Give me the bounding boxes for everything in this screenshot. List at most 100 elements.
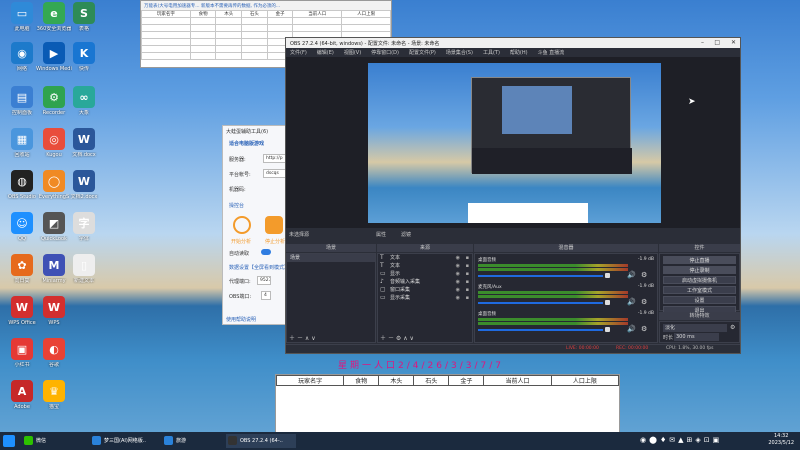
desktop-icon[interactable]: ▦ 回收站 — [4, 128, 40, 158]
add-source-icon[interactable]: ＋ — [380, 335, 386, 342]
close-icon[interactable]: ✕ — [731, 39, 736, 46]
menu-item[interactable]: 编辑(E) — [317, 49, 334, 56]
source-down-icon[interactable]: ∨ — [410, 335, 414, 342]
auto-read-toggle[interactable] — [261, 249, 271, 255]
volume-fader[interactable] — [478, 275, 603, 277]
visibility-icon[interactable]: ◉ — [456, 278, 460, 286]
desktop-icon[interactable]: A Adobe — [4, 380, 40, 410]
gear-icon[interactable]: ⚙ — [641, 325, 647, 333]
column-header[interactable]: 当前人口 — [483, 375, 552, 386]
menu-item[interactable]: 文件(F) — [290, 49, 307, 56]
taskbar-item[interactable]: OBS 27.2.4 (64-.. — [226, 434, 296, 448]
filters-button[interactable]: 滤镜 — [401, 231, 411, 238]
spreadsheet-table-bottom[interactable]: 玩家名字 食物 木头 石头 金子 当前人口 人口上限 — [275, 375, 620, 386]
lock-icon[interactable]: ▪ — [466, 278, 469, 286]
transition-gear-icon[interactable]: ⚙ — [730, 324, 735, 331]
desktop-icon[interactable]: ♛ 猫宝 — [36, 380, 72, 410]
add-scene-icon[interactable]: ＋ — [289, 335, 295, 342]
volume-fader[interactable] — [478, 302, 603, 304]
desktop-icon[interactable]: ◉ 网络 — [4, 42, 40, 72]
volume-fader-knob[interactable] — [605, 327, 610, 332]
start-button[interactable] — [3, 435, 15, 447]
desktop-icon[interactable]: W 文档.docx — [66, 128, 102, 158]
visibility-icon[interactable]: ◉ — [456, 294, 460, 302]
menu-item[interactable]: 工具(T) — [483, 49, 500, 56]
control-button[interactable]: 工作室模式 — [663, 286, 736, 294]
taskbar-item[interactable]: 梦三国(AI)网络版.. — [90, 434, 160, 448]
volume-fader[interactable] — [478, 329, 603, 331]
move-up-icon[interactable]: ∧ — [305, 335, 309, 342]
column-header[interactable]: 食物 — [343, 375, 380, 386]
start-analysis-icon[interactable] — [233, 216, 251, 234]
menu-item[interactable]: 场景集合(S) — [446, 49, 473, 56]
volume-fader-knob[interactable] — [605, 273, 610, 278]
tray-clock[interactable]: 14:32 2023/5/12 — [768, 433, 794, 447]
column-header[interactable]: 当前人口 — [292, 10, 343, 18]
menu-item[interactable]: 视图(V) — [344, 49, 361, 56]
transition-select[interactable]: 淡化 — [663, 324, 727, 332]
menu-item[interactable]: 停靠窗口(D) — [371, 49, 399, 56]
desktop-icon[interactable]: 字字体 — [66, 212, 102, 242]
controls-dock[interactable]: 停止直播 停止录制 启动虚拟摄像机 工作室模式 设置 退出 — [659, 253, 740, 314]
lock-icon[interactable]: ▪ — [466, 270, 469, 278]
visibility-icon[interactable]: ◉ — [456, 262, 460, 270]
stop-analysis-icon[interactable] — [265, 216, 283, 234]
desktop-icon[interactable]: ◍ OBS Studio — [4, 170, 40, 200]
source-item[interactable]: ▢ 窗口采集 ◉ ▪ — [378, 286, 472, 294]
stop-analysis-button[interactable]: 停止分析 — [265, 238, 285, 245]
scene-item[interactable]: 场景 — [287, 254, 375, 262]
properties-button[interactable]: 属性 — [376, 231, 386, 238]
control-button[interactable]: 停止录制 — [663, 266, 736, 274]
menu-item[interactable]: 斗鱼 直播流 — [538, 49, 565, 56]
obs-port-input[interactable]: 4 — [261, 291, 271, 300]
column-header[interactable]: 石头 — [241, 10, 268, 18]
column-header[interactable]: 木头 — [378, 375, 415, 386]
speaker-icon[interactable]: 🔊 — [627, 298, 636, 306]
scenes-dock[interactable]: 场景 — [286, 253, 376, 343]
start-analysis-button[interactable]: 开始分析 — [231, 238, 251, 245]
desktop-icon[interactable]: W WPS Office — [4, 296, 40, 326]
speaker-icon[interactable]: 🔊 — [627, 325, 636, 333]
desktop-icon[interactable]: ▣ 小红书 — [4, 338, 40, 368]
transitions-dock[interactable]: 淡化 ⚙ 时长 300 ms — [659, 321, 740, 343]
desktop-icon[interactable]: W 文档2.docx — [66, 170, 102, 200]
visibility-icon[interactable]: ◉ — [456, 286, 460, 294]
desktop-icon[interactable]: K 快传 — [66, 42, 102, 72]
desktop-icon[interactable]: ▤ 控制面板 — [4, 86, 40, 116]
remove-scene-icon[interactable]: － — [297, 335, 303, 342]
desktop-icon[interactable]: S 表格 — [66, 2, 102, 32]
desktop-icon[interactable]: ✿ 向日葵 — [4, 254, 40, 284]
minimize-icon[interactable]: – — [701, 39, 704, 46]
column-header[interactable]: 人口上限 — [341, 10, 391, 18]
remove-source-icon[interactable]: － — [388, 335, 394, 342]
taskbar-item[interactable]: 旅游 — [162, 434, 202, 448]
gear-icon[interactable]: ⚙ — [396, 335, 401, 342]
menu-item[interactable]: 配置文件(P) — [409, 49, 436, 56]
control-button[interactable]: 启动虚拟摄像机 — [663, 276, 736, 284]
taskbar-item[interactable]: 微信 — [22, 434, 62, 448]
column-header[interactable]: 石头 — [413, 375, 450, 386]
visibility-icon[interactable]: ◉ — [456, 254, 460, 262]
control-button[interactable]: 设置 — [663, 296, 736, 304]
desktop-icon[interactable]: W WPS — [36, 296, 72, 326]
gear-icon[interactable]: ⚙ — [641, 271, 647, 279]
help-link[interactable]: 使用帮助说明 — [226, 316, 256, 323]
desktop-icon[interactable]: ☺ QQ — [4, 212, 40, 242]
sources-dock[interactable]: T 文本 ◉ ▪ T 文本 ◉ ▪ ▭ 显示 ◉ ▪ ♪ 音频输入采集 ◉ ▪ ▢ 窗口采集 ◉ ▪ ▭ 显示采集 ◉ ▪ — [377, 253, 473, 343]
volume-fader-knob[interactable] — [605, 300, 610, 305]
desktop-icon[interactable]: ∞ 大象 — [66, 86, 102, 116]
control-button[interactable]: 停止直播 — [663, 256, 736, 264]
lock-icon[interactable]: ▪ — [466, 294, 469, 302]
source-item[interactable]: T 文本 ◉ ▪ — [378, 254, 472, 262]
column-header[interactable]: 人口上限 — [550, 375, 620, 386]
visibility-icon[interactable]: ◉ — [456, 270, 460, 278]
source-item[interactable]: ▭ 显示 ◉ ▪ — [378, 270, 472, 278]
column-header[interactable]: 玩家名字 — [275, 375, 345, 386]
source-item[interactable]: ▭ 显示采集 ◉ ▪ — [378, 294, 472, 302]
helper-tool-window[interactable]: 大蛙蛋辅助工具(6) 适合电脑版游戏 服务器: http://p 平台帐号: d… — [222, 125, 289, 325]
lock-icon[interactable]: ▪ — [466, 254, 469, 262]
tray-icons[interactable]: ◉⬤♦✉▲⊞◈⊡▣ — [640, 436, 722, 444]
desktop-icon[interactable]: ▭ 此电脑 — [4, 2, 40, 32]
menu-item[interactable]: 帮助(H) — [510, 49, 528, 56]
proxy-port-input[interactable]: 9527 — [257, 276, 271, 285]
